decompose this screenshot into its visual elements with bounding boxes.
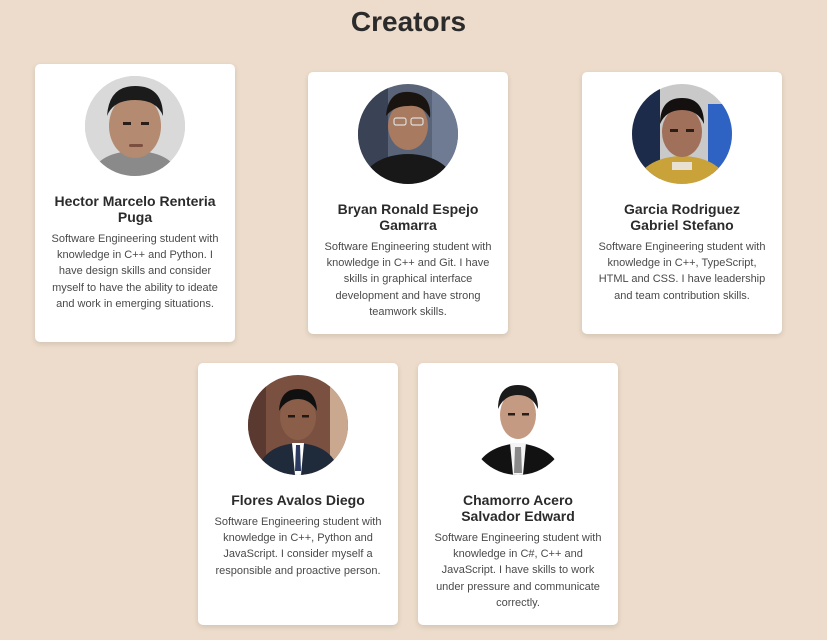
creator-description: Software Engineering student with knowle… (214, 516, 382, 577)
profile-photo (85, 76, 185, 176)
creator-card: Hector Marcelo Renteria Puga Software En… (35, 64, 235, 342)
creator-card: Bryan Ronald Espejo Gamarra Software Eng… (308, 72, 508, 334)
creator-card: Chamorro Acero Salvador Edward Software … (418, 363, 618, 625)
creator-card: Flores Avalos Diego Software Engineering… (198, 363, 398, 625)
creator-name: Bryan Ronald Espejo Gamarra (337, 201, 479, 233)
creator-name: Hector Marcelo Renteria Puga (54, 193, 216, 225)
profile-photo (358, 84, 458, 184)
creator-name: Flores Avalos Diego (231, 492, 365, 508)
creator-description: Software Engineering student with knowle… (434, 532, 602, 609)
creator-description: Software Engineering student with knowle… (51, 233, 219, 310)
page-title: Creators (350, 6, 467, 37)
profile-photo (632, 84, 732, 184)
creator-description: Software Engineering student with knowle… (598, 241, 766, 302)
creator-name: Garcia Rodriguez Gabriel Stefano (624, 201, 740, 233)
profile-photo (468, 375, 568, 475)
creator-name: Chamorro Acero Salvador Edward (461, 492, 575, 524)
creator-description: Software Engineering student with knowle… (324, 241, 492, 318)
creator-card: Garcia Rodriguez Gabriel Stefano Softwar… (582, 72, 782, 334)
profile-photo (248, 375, 348, 475)
